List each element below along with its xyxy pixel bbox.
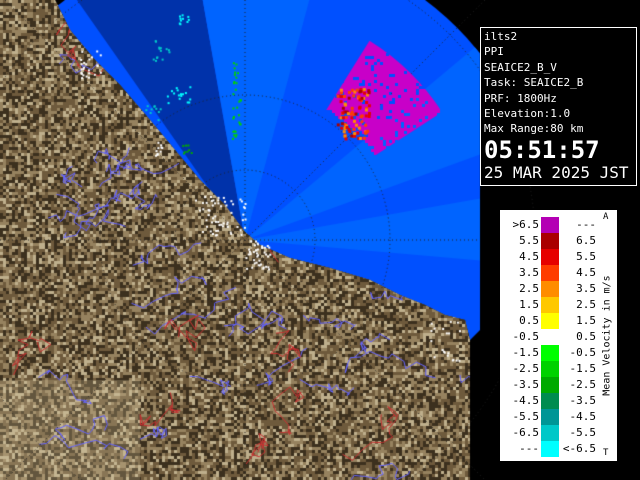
legend-row-min: >6.5 (512, 218, 540, 231)
legend-row-min: -5.5 (512, 410, 540, 423)
max-range-value: Max Range:80 km (484, 122, 584, 136)
legend-row-max: 6.5 (576, 234, 596, 247)
legend-row-max: 3.5 (576, 282, 596, 295)
scan-time: 05:51:57 (484, 135, 600, 164)
task-name: Task: SEAICE2_B (484, 76, 584, 90)
legend-swatch (541, 329, 559, 345)
legend-row-max: -5.5 (569, 426, 597, 439)
elevation-value: Elevation:1.0 (484, 107, 571, 121)
legend-row-min: -2.5 (512, 362, 540, 375)
legend-row-min: 3.5 (519, 266, 539, 279)
velocity-legend: >6.5 --- 5.5 6.5 4.5 5.5 3.5 4.5 2.5 3.5 1.5 2.5 0.5… (499, 209, 618, 462)
legend-row-min: -4.5 (512, 394, 540, 407)
legend-row-min: -6.5 (512, 426, 540, 439)
product-type: PPI (484, 45, 504, 59)
legend-row-max: -0.5 (569, 346, 597, 359)
legend-row-min: -3.5 (512, 378, 540, 391)
legend-row-max: --- (576, 218, 596, 231)
legend-row-max: -4.5 (569, 410, 597, 423)
legend-swatch (541, 297, 559, 313)
legend-row-min: -1.5 (512, 346, 540, 359)
legend-swatch (541, 377, 559, 393)
legend-row-min: 4.5 (519, 250, 539, 263)
scan-date: 25 MAR 2025 JST (484, 162, 629, 182)
legend-swatch (541, 425, 559, 441)
legend-swatch (541, 313, 559, 329)
legend-swatch (541, 441, 559, 457)
legend-row-max: -1.5 (569, 362, 597, 375)
legend-row-min: 1.5 (519, 298, 539, 311)
legend-swatch (541, 345, 559, 361)
radar-info-panel: ilts2 PPI SEAICE2_B_V Task: SEAICE2_B PR… (480, 27, 637, 186)
legend-row-min: 2.5 (519, 282, 539, 295)
legend-row-max: <-6.5 (562, 442, 596, 455)
legend-swatch (541, 409, 559, 425)
legend-row-max: 4.5 (576, 266, 596, 279)
legend-row-min: 5.5 (519, 234, 539, 247)
legend-swatch (541, 281, 559, 297)
legend-row-min: 0.5 (519, 314, 539, 327)
legend-swatch (541, 393, 559, 409)
legend-row-max: 1.5 (576, 314, 596, 327)
legend-row-min: --- (519, 442, 539, 455)
legend-row-max: 0.5 (576, 330, 596, 343)
legend-swatch (541, 249, 559, 265)
legend-swatch (541, 265, 559, 281)
legend-row-max: -3.5 (569, 394, 597, 407)
legend-swatch (541, 217, 559, 233)
legend-row-max: 2.5 (576, 298, 596, 311)
legend-title: Mean Velocity in m/s (601, 275, 613, 396)
prf-value: PRF: 1800Hz (484, 91, 557, 105)
legend-row-max: -2.5 (569, 378, 597, 391)
config-name: SEAICE2_B_V (484, 60, 557, 74)
legend-row-max: 5.5 (576, 250, 596, 263)
station-name: ilts2 (484, 30, 518, 43)
legend-bottom-mark: T (603, 448, 609, 458)
legend-swatch (541, 233, 559, 249)
legend-row-min: -0.5 (512, 330, 540, 343)
legend-swatch (541, 361, 559, 377)
legend-title-box: Mean Velocity in m/s (598, 210, 616, 461)
